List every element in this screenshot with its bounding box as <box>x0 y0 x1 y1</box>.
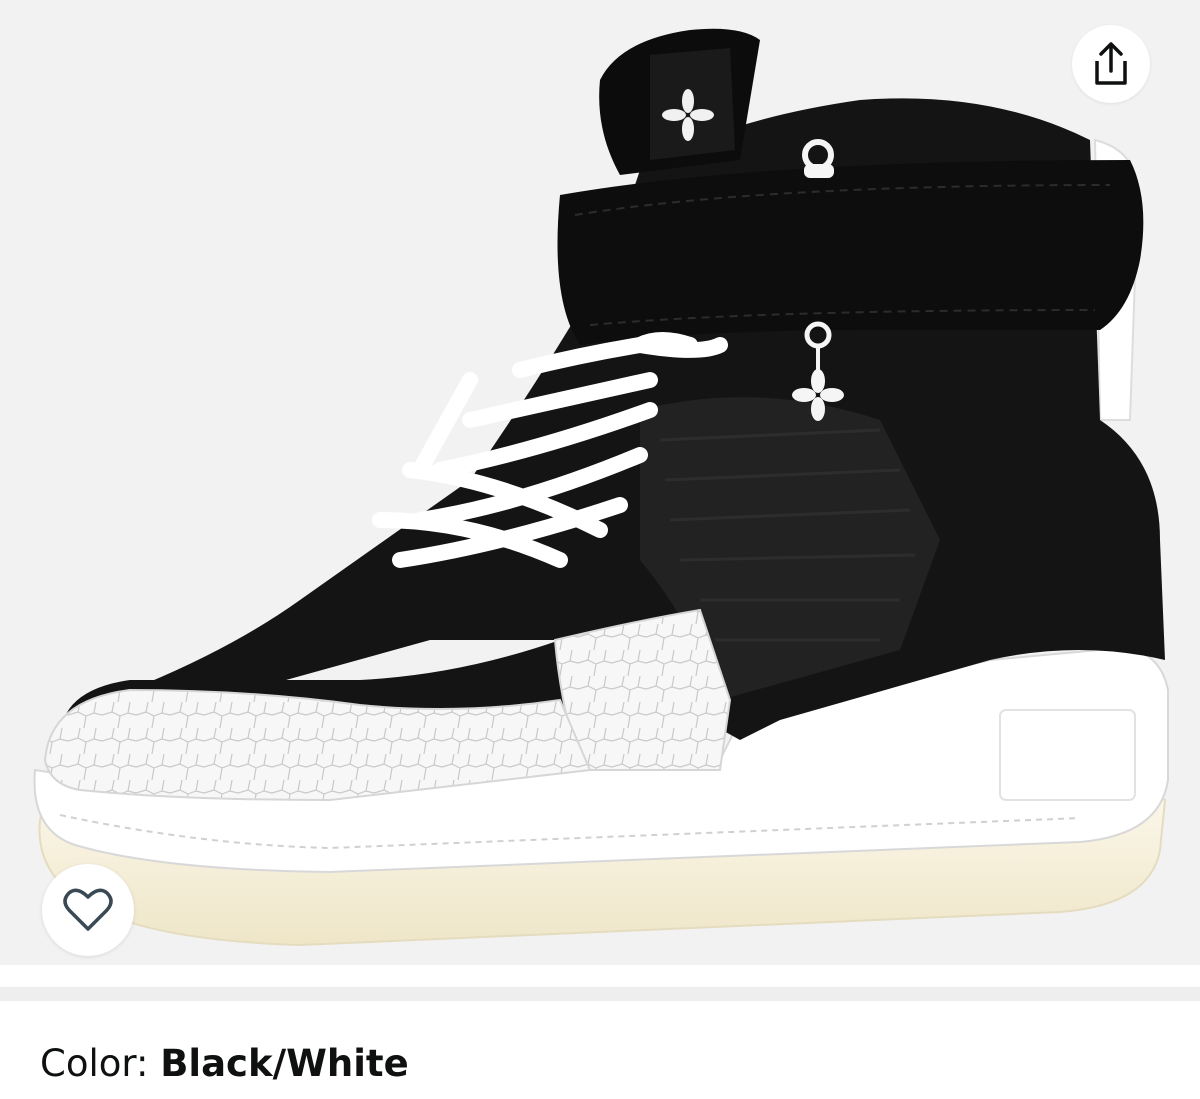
wishlist-button[interactable] <box>42 864 134 956</box>
product-image[interactable] <box>0 0 1200 965</box>
heart-outline-icon <box>63 888 113 931</box>
product-page: Color: Black/White <box>0 0 1200 1099</box>
product-image-gallery[interactable] <box>0 0 1200 965</box>
color-label: Color: <box>40 1042 161 1085</box>
color-value: Black/White <box>160 1042 409 1085</box>
section-divider <box>0 987 1200 1001</box>
share-icon <box>1095 42 1127 85</box>
image-bottom-spacer <box>0 965 1200 987</box>
share-button[interactable] <box>1072 25 1150 103</box>
color-selector-row: Color: Black/White <box>40 1040 409 1088</box>
